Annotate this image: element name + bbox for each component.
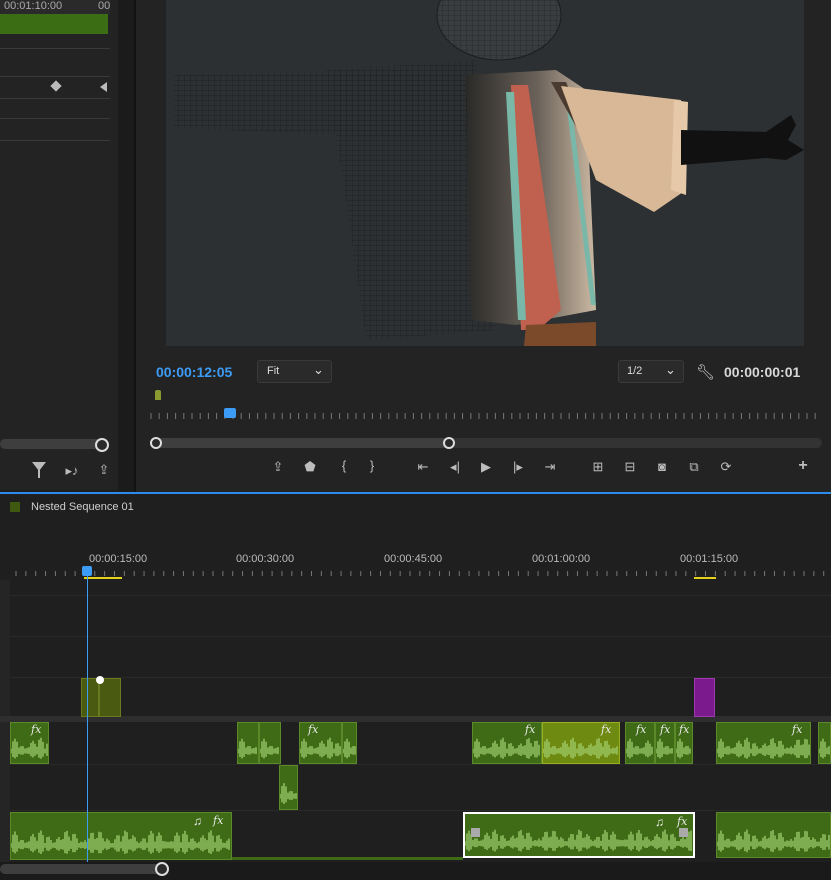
track-baseline — [232, 857, 463, 860]
sequence-tab-title[interactable]: Nested Sequence 01 — [31, 501, 134, 513]
fx-badge: fx — [679, 723, 690, 736]
monitor-playhead[interactable] — [224, 408, 236, 418]
compare-view-icon[interactable]: ⧉ — [684, 459, 704, 475]
mark-in-icon[interactable]: { — [334, 458, 354, 473]
ruler-label: 00:01:00:00 — [532, 553, 591, 565]
audio-clip[interactable]: fx — [10, 722, 49, 764]
timeline-playhead-line — [87, 574, 88, 864]
video-clip[interactable] — [99, 678, 121, 717]
chevron-down-icon: ⌄ — [665, 362, 676, 377]
crossfade-icon[interactable] — [679, 828, 688, 837]
play-icon[interactable]: ▶ — [476, 459, 496, 475]
duration-timecode: 00:00:00:01 — [724, 364, 801, 380]
waveform — [717, 829, 830, 853]
timeline-scroll-thumb[interactable] — [0, 864, 162, 874]
source-clip-bar[interactable] — [0, 14, 108, 34]
audio-clip[interactable]: fx — [716, 722, 811, 764]
go-to-in-icon[interactable]: ⇤ — [413, 459, 433, 475]
source-ruler[interactable]: 00:01:10:00 00 — [0, 0, 110, 14]
export-icon[interactable]: ⇪ — [94, 462, 114, 478]
video-image — [174, 0, 804, 346]
waveform — [11, 737, 48, 759]
insert-audio-icon[interactable]: ▸♪ — [62, 463, 82, 479]
fx-badge: fx — [636, 723, 647, 736]
music-note-icon: ♫ — [193, 814, 202, 828]
step-forward-icon[interactable]: |▸ — [508, 459, 528, 475]
chevron-down-icon: ⌄ — [313, 362, 324, 377]
add-marker-icon[interactable]: ⬟ — [300, 459, 320, 475]
export-frame-icon[interactable]: ⇪ — [268, 459, 288, 475]
zoom-select[interactable]: Fit ⌄ — [257, 360, 332, 383]
monitor-time-ruler[interactable] — [150, 405, 818, 423]
source-ruler-time-1: 00:01:10:00 — [4, 0, 63, 12]
audio-clip[interactable]: fx — [299, 722, 342, 764]
audio-clip[interactable]: fx — [675, 722, 693, 764]
adjustment-clip[interactable] — [694, 678, 715, 717]
resolution-select[interactable]: 1/2 ⌄ — [618, 360, 684, 383]
video-frame — [166, 0, 804, 346]
in-point-marker[interactable] — [155, 390, 161, 400]
audio-clip[interactable] — [342, 722, 357, 764]
waveform — [280, 783, 297, 804]
work-area-bar[interactable] — [84, 577, 122, 579]
fx-badge: fx — [308, 723, 319, 736]
audio-clip-selected[interactable]: fx — [542, 722, 620, 764]
audio-clip[interactable] — [259, 722, 281, 764]
extract-icon[interactable]: ⊟ — [620, 459, 640, 475]
keyframe-diamond-icon[interactable] — [50, 80, 62, 92]
mark-out-icon[interactable]: } — [362, 458, 382, 473]
resolution-select-value: 1/2 — [627, 365, 643, 377]
step-back-icon[interactable]: ◂| — [445, 459, 465, 475]
audio-clip[interactable] — [279, 765, 298, 810]
audio-clip[interactable]: fx — [625, 722, 655, 764]
fx-badge: fx — [31, 723, 42, 736]
fx-badge: fx — [660, 723, 671, 736]
camera-icon[interactable]: ◙ — [652, 459, 672, 474]
scroll-handle-right[interactable] — [443, 437, 455, 449]
fx-badge: fx — [525, 723, 536, 736]
wrench-icon[interactable]: 🔧︎ — [696, 363, 715, 381]
fx-badge: fx — [213, 814, 224, 827]
work-area-bar[interactable] — [694, 577, 716, 579]
prev-keyframe-icon[interactable] — [100, 82, 107, 92]
waveform — [343, 738, 356, 759]
audio-clip[interactable] — [716, 812, 831, 858]
fx-badge: fx — [601, 723, 612, 736]
waveform — [238, 738, 257, 759]
source-zoom-scrollbar[interactable] — [0, 439, 106, 449]
current-timecode[interactable]: 00:00:12:05 — [156, 364, 232, 380]
fx-badge: fx — [677, 815, 688, 828]
source-ruler-time-2: 00 — [98, 0, 111, 12]
audio-clip-selected[interactable]: ♫ fx — [463, 812, 695, 858]
monitor-scroll-thumb[interactable] — [151, 438, 449, 448]
ruler-label: 00:00:30:00 — [236, 553, 295, 565]
zoom-select-value: Fit — [267, 365, 280, 377]
audio-clip[interactable] — [818, 722, 831, 764]
video-clip[interactable] — [81, 678, 99, 717]
proxy-toggle-icon[interactable]: ⟳ — [716, 459, 736, 475]
audio-clip[interactable]: fx — [472, 722, 542, 764]
waveform — [300, 737, 341, 759]
sequence-color-swatch — [10, 502, 20, 512]
plus-icon[interactable]: + — [793, 457, 813, 475]
ruler-label: 00:00:45:00 — [384, 553, 443, 565]
go-to-out-icon[interactable]: ⇥ — [540, 459, 560, 475]
fx-badge: fx — [792, 723, 803, 736]
audio-clip[interactable]: fx — [655, 722, 675, 764]
source-panel: 00:01:10:00 00 ▸♪ ⇪ — [0, 0, 118, 490]
scroll-handle[interactable] — [155, 862, 169, 876]
lift-icon[interactable]: ⊞ — [588, 459, 608, 475]
ruler-label: 00:01:15:00 — [680, 553, 739, 565]
scroll-handle-left[interactable] — [150, 437, 162, 449]
audio-clip[interactable] — [237, 722, 259, 764]
audio-clip[interactable]: ♫ fx — [10, 812, 232, 860]
crossfade-icon[interactable] — [471, 828, 480, 837]
keyframe-marker-icon[interactable] — [96, 676, 104, 684]
scroll-handle[interactable] — [95, 438, 109, 452]
waveform — [819, 738, 830, 759]
music-note-icon: ♫ — [655, 815, 664, 829]
ruler-label: 00:00:15:00 — [89, 553, 148, 565]
waveform — [260, 738, 279, 759]
